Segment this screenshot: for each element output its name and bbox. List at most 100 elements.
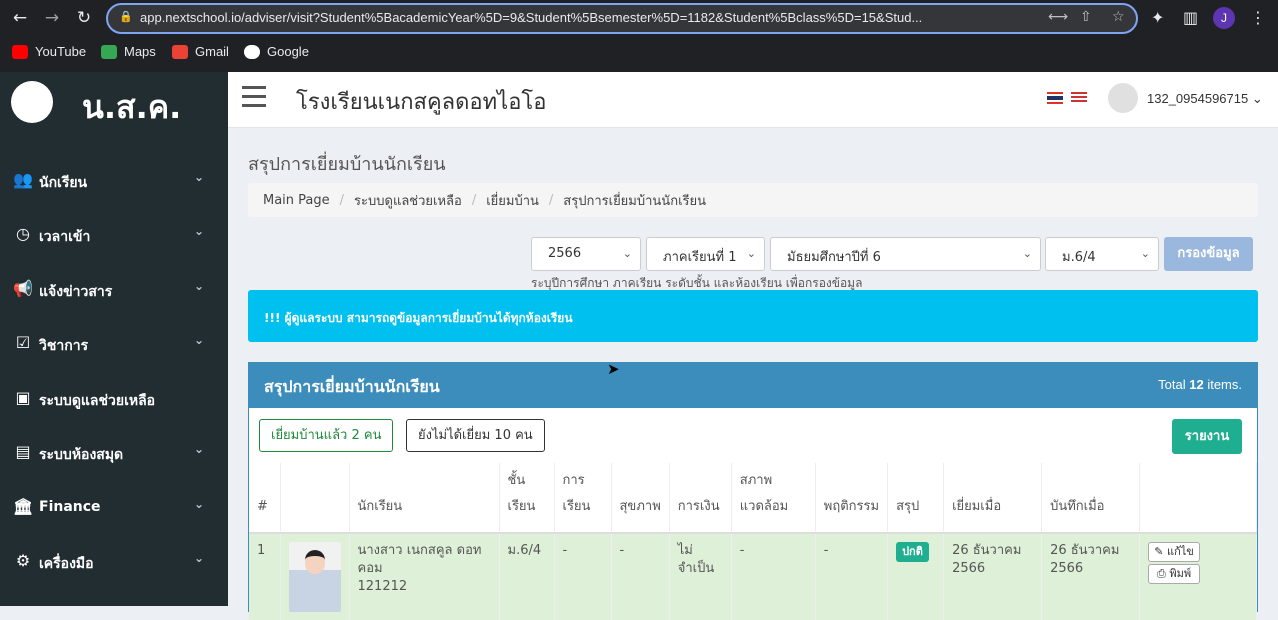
- user-menu[interactable]: 132_0954596715 ⌄: [1147, 91, 1263, 107]
- google-icon: [244, 44, 260, 59]
- sidebar-item-academic[interactable]: ☑ วิชาการ ⌄: [0, 323, 228, 363]
- owl-logo[interactable]: [11, 81, 53, 123]
- translate-icon[interactable]: ⟷: [1048, 9, 1068, 25]
- visit-table: # นักเรียน ชั้น เรียน การ เรียน สุขภาพ การ…: [249, 463, 1257, 620]
- bookmark-google[interactable]: Google: [244, 44, 309, 59]
- chevron-down-icon: ⌄: [194, 224, 205, 238]
- table-header-row: # นักเรียน ชั้น เรียน การ เรียน สุขภาพ การ…: [249, 463, 1257, 534]
- col-photo: [280, 463, 350, 534]
- sidebar-item-students[interactable]: 👥 นักเรียน ⌄: [0, 160, 228, 200]
- visited-button[interactable]: เยี่ยมบ้านแล้ว 2 คน: [259, 419, 394, 452]
- chevron-down-icon: ⌄: [622, 247, 632, 260]
- student-name[interactable]: นางสาว เนกสคูล ดอท คอม: [358, 542, 491, 578]
- student-id: 121212: [357, 579, 408, 594]
- menu-kebab-icon[interactable]: ⋮: [1250, 8, 1266, 27]
- lock-icon: 🔒: [119, 10, 133, 23]
- report-button[interactable]: รายงาน: [1172, 419, 1242, 454]
- chevron-down-icon: ⌄: [1022, 247, 1032, 260]
- chevron-down-icon: ⌄: [194, 333, 205, 347]
- chevron-down-icon: ⌄: [194, 442, 205, 456]
- star-icon[interactable]: ☆: [1112, 9, 1125, 25]
- book-icon: ▤: [15, 442, 31, 461]
- sidebar-item-library[interactable]: ▤ ระบบห้องสมุด ⌄: [0, 432, 228, 472]
- edit-button[interactable]: ✎ แก้ไข: [1148, 542, 1201, 562]
- col-student: นักเรียน: [349, 463, 500, 534]
- breadcrumb-home[interactable]: Main Page: [263, 193, 330, 208]
- sidebar-item-attendance[interactable]: ◷ เวลาเข้า ⌄: [0, 214, 228, 254]
- pencil-icon: ✎: [1154, 545, 1164, 558]
- clock-icon: ◷: [16, 224, 30, 243]
- bank-icon: 🏛: [13, 497, 34, 516]
- col-actions: [1139, 463, 1257, 534]
- row-class: ม.6/4: [499, 533, 555, 620]
- summary-title: สรุปการเยี่ยมบ้านนักเรียน: [264, 377, 440, 396]
- col-class: ชั้น เรียน: [499, 463, 555, 534]
- row-result: ปกติ: [887, 533, 945, 620]
- sidebar-item-tools[interactable]: ⚙ เครื่องมือ ⌄: [0, 541, 228, 581]
- url-text[interactable]: app.nextschool.io/adviser/visit?Student%…: [140, 10, 1046, 25]
- main-content: สรุปการเยี่ยมบ้านนักเรียน Main Page / ระบ…: [228, 129, 1278, 620]
- hamburger-icon[interactable]: [242, 86, 266, 108]
- user-avatar[interactable]: [1108, 83, 1138, 113]
- contact-card-icon: ▣: [15, 388, 31, 407]
- reload-icon[interactable]: ↻: [72, 6, 96, 30]
- gmail-icon: [172, 44, 188, 59]
- row-finance: ไม่จำเป็น: [669, 533, 732, 620]
- chevron-down-icon: ⌄: [746, 247, 756, 260]
- thai-flag-icon[interactable]: [1047, 92, 1063, 104]
- col-study: การ เรียน: [554, 463, 612, 534]
- back-icon[interactable]: ←: [8, 6, 32, 30]
- page-title: สรุปการเยี่ยมบ้านนักเรียน: [248, 154, 446, 175]
- browser-chrome: ← → ↻ 🔒 app.nextschool.io/adviser/visit?…: [0, 0, 1278, 72]
- sidepanel-icon[interactable]: ▥: [1183, 8, 1198, 27]
- row-visited: 26 ธันวาคม 2566: [943, 533, 1043, 620]
- breadcrumb-visit[interactable]: เยี่ยมบ้าน: [486, 190, 539, 211]
- room-select[interactable]: ม.6/4 ⌄: [1045, 237, 1159, 271]
- level-select[interactable]: มัธยมศึกษาปีที่ 6 ⌄: [770, 237, 1041, 271]
- extensions-icon[interactable]: ✦: [1151, 8, 1164, 27]
- col-environment: สภาพ แวดล้อม: [731, 463, 816, 534]
- megaphone-icon: 📢: [13, 279, 33, 298]
- admin-alert: !!! ผู้ดูแลระบบ สามารถดูข้อมูลการเยี่ยมบ…: [248, 290, 1258, 342]
- forward-icon[interactable]: →: [40, 6, 64, 30]
- breadcrumb-support[interactable]: ระบบดูแลช่วยเหลือ: [354, 190, 462, 211]
- col-index: #: [249, 463, 281, 534]
- chevron-down-icon: ⌄: [1140, 247, 1150, 260]
- filter-button[interactable]: กรองข้อมูล: [1164, 237, 1253, 271]
- row-index: 1: [249, 533, 281, 620]
- top-header: โรงเรียนเนกสคูลดอทไอโอ 132_0954596715 ⌄: [228, 72, 1278, 128]
- logo-text[interactable]: น.ส.ค.: [82, 82, 181, 133]
- total-items: Total 12 items.: [1158, 377, 1242, 392]
- calendar-check-icon: ☑: [15, 333, 31, 352]
- bookmark-youtube[interactable]: YouTube: [12, 44, 86, 59]
- chevron-down-icon: ⌄: [194, 279, 205, 293]
- year-select[interactable]: 2566 ⌄: [531, 237, 641, 271]
- status-badge: ปกติ: [896, 542, 929, 562]
- breadcrumb: Main Page / ระบบดูแลช่วยเหลือ / เยี่ยมบ้าน…: [248, 183, 1258, 217]
- semester-select[interactable]: ภาคเรียนที่ 1 ⌄: [646, 237, 765, 271]
- table-row: 1 นางสาว เนกสคูล ดอท คอม 121212 ม.6/4 - …: [249, 533, 1257, 620]
- row-health: -: [611, 533, 670, 620]
- summary-box: สรุปการเยี่ยมบ้านนักเรียน Total 12 items…: [248, 362, 1258, 620]
- print-button[interactable]: ⎙ พิมพ์: [1148, 564, 1201, 584]
- chevron-down-icon: ⌄: [194, 170, 205, 184]
- sidebar-item-support[interactable]: ▣ ระบบดูแลช่วยเหลือ: [0, 378, 228, 418]
- row-student: นางสาว เนกสคูล ดอท คอม 121212: [349, 533, 500, 620]
- chevron-down-icon: ⌄: [1251, 91, 1263, 106]
- sidebar: น.ส.ค. 👥 นักเรียน ⌄ ◷ เวลาเข้า ⌄ 📢 แจ้งข…: [0, 72, 228, 606]
- row-behavior: -: [815, 533, 889, 620]
- not-visited-button[interactable]: ยังไม่ได้เยี่ยม 10 คน: [406, 419, 545, 452]
- breadcrumb-current: สรุปการเยี่ยมบ้านนักเรียน: [563, 193, 706, 209]
- school-name: โรงเรียนเนกสคูลดอทไอโอ: [296, 90, 547, 115]
- address-bar[interactable]: 🔒 app.nextschool.io/adviser/visit?Studen…: [106, 3, 1138, 34]
- maps-icon: [101, 44, 117, 59]
- cog-icon: ⚙: [15, 551, 31, 570]
- share-icon[interactable]: ⇧: [1080, 9, 1092, 25]
- profile-avatar[interactable]: J: [1213, 7, 1235, 29]
- sidebar-item-news[interactable]: 📢 แจ้งข่าวสาร ⌄: [0, 269, 228, 309]
- bookmark-maps[interactable]: Maps: [101, 44, 156, 59]
- bookmark-gmail[interactable]: Gmail: [172, 44, 229, 59]
- mouse-cursor-icon: ➤: [607, 360, 620, 378]
- sidebar-item-finance[interactable]: 🏛 Finance ⌄: [0, 487, 228, 527]
- us-flag-icon[interactable]: [1071, 92, 1087, 104]
